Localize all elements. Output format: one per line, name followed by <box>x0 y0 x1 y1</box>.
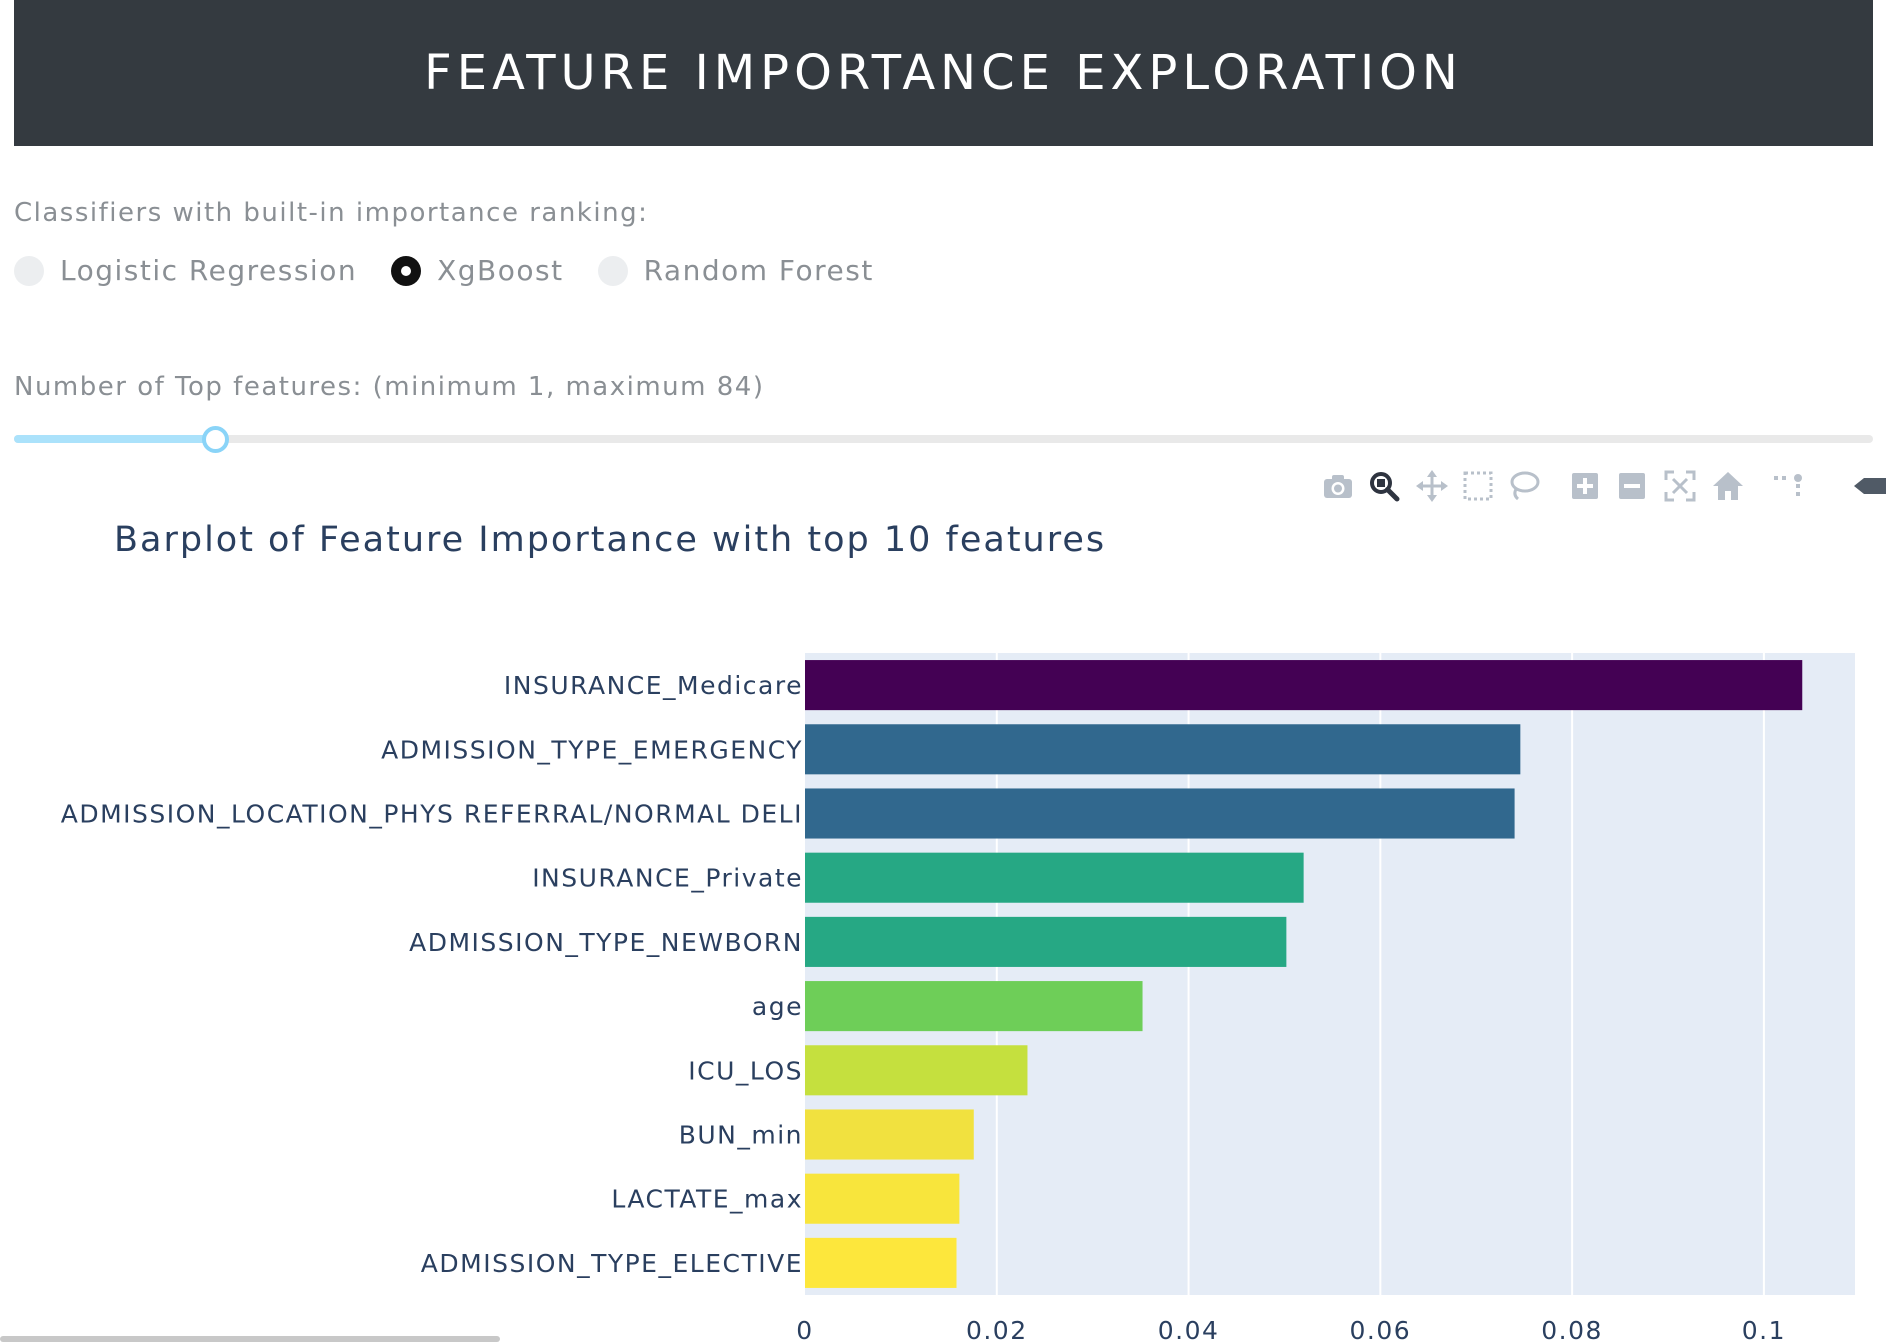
x-tick-label: 0.08 <box>1541 1316 1603 1342</box>
x-tick-label: 0.06 <box>1350 1316 1412 1342</box>
x-tick-label: 0.1 <box>1742 1316 1786 1342</box>
horizontal-scrollbar[interactable] <box>0 1336 500 1342</box>
bar[interactable] <box>805 1173 960 1224</box>
bar[interactable] <box>805 724 1521 775</box>
x-tick-label: 0.02 <box>966 1316 1028 1342</box>
y-tick-label: ADMISSION_TYPE_EMERGENCY <box>381 735 803 764</box>
y-tick-label: INSURANCE_Medicare <box>504 671 803 700</box>
bar[interactable] <box>805 660 1803 711</box>
bar[interactable] <box>805 916 1287 967</box>
bar[interactable] <box>805 981 1143 1032</box>
y-tick-label: ICU_LOS <box>688 1056 803 1085</box>
y-tick-label: ADMISSION_TYPE_NEWBORN <box>409 928 803 957</box>
feature-importance-chart: 0 0.02 0.04 0.06 0.08 0.1 INSURANCE_Medicare AD… <box>61 653 1855 1342</box>
bar[interactable] <box>805 788 1515 839</box>
bar[interactable] <box>805 1045 1028 1096</box>
y-tick-label: BUN_min <box>679 1121 803 1150</box>
x-tick-label: 0.04 <box>1158 1316 1220 1342</box>
y-tick-label: LACTATE_max <box>611 1185 803 1214</box>
y-tick-label: ADMISSION_TYPE_ELECTIVE <box>421 1249 803 1278</box>
y-tick-label: INSURANCE_Private <box>532 864 803 893</box>
bar[interactable] <box>805 852 1304 903</box>
y-tick-label: age <box>752 992 803 1021</box>
x-tick-label: 0 <box>796 1316 813 1342</box>
y-tick-label: ADMISSION_LOCATION_PHYS REFERRAL/NORMAL … <box>61 800 803 829</box>
bar[interactable] <box>805 1237 957 1288</box>
bar[interactable] <box>805 1109 974 1160</box>
